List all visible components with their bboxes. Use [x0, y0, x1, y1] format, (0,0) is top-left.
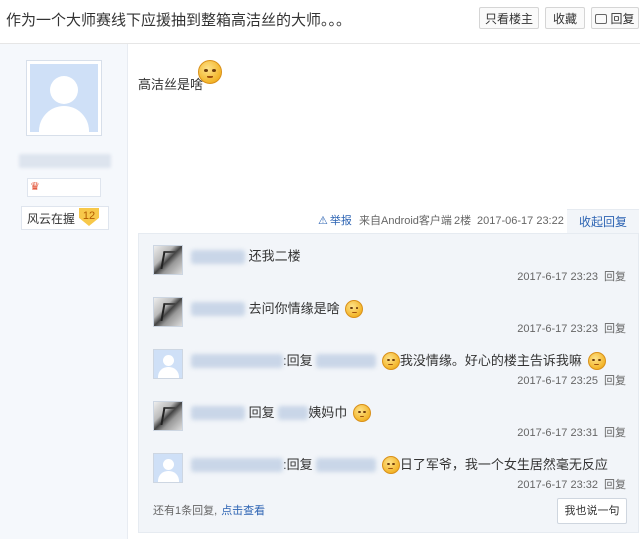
reply-button[interactable]: 回复	[591, 7, 639, 29]
username-blurred[interactable]	[191, 354, 283, 368]
username-blurred[interactable]	[191, 458, 283, 472]
reply-prefix: 回复	[248, 405, 275, 420]
reply-text: 我没情缘。好心的楼主告诉我嘛	[399, 353, 582, 368]
favorite-button[interactable]: 收藏	[545, 7, 585, 29]
thread-header: 作为一个大师赛线下应援抽到整箱高洁丝的大师。。。 只看楼主 收藏 回复	[0, 0, 640, 44]
reply-time: 2017-6-17 23:32	[517, 479, 598, 491]
smirk-emoji-icon	[352, 404, 371, 422]
client-source: 来自Android客户端	[359, 215, 452, 227]
collapse-replies-button[interactable]: 收起回复	[567, 209, 639, 234]
user-avatar[interactable]	[153, 401, 183, 431]
reply-to-button[interactable]: 回复	[604, 427, 626, 439]
reply-target-blurred[interactable]	[278, 406, 309, 420]
author-avatar[interactable]	[26, 60, 102, 136]
reply-text: 去问你情缘是啥	[248, 301, 340, 316]
level-name: 风云在握	[27, 212, 76, 226]
reply-time: 2017-6-17 23:23	[517, 323, 598, 335]
reply-line: 还我二楼	[191, 248, 301, 265]
reply-item: 还我二楼 2017-6-17 23:23 回复	[139, 234, 640, 286]
reply-prefix: :回复	[283, 353, 313, 368]
crying-emoji-icon	[381, 352, 400, 370]
reply-to-button[interactable]: 回复	[604, 375, 626, 387]
username-blurred[interactable]	[191, 406, 245, 420]
reply-to-button[interactable]: 回复	[604, 271, 626, 283]
floor-number: 2楼	[454, 215, 472, 227]
reply-meta: 2017-6-17 23:23 回复	[517, 320, 626, 336]
smiley-emoji-icon	[198, 60, 222, 84]
reply-to-button[interactable]: 回复	[604, 479, 626, 491]
reply-line: 去问你情缘是啥	[191, 300, 364, 318]
reply-item: 回复 姨妈巾 2017-6-17 23:31 回复	[139, 390, 640, 442]
thread-title: 作为一个大师赛线下应援抽到整箱高洁丝的大师。。。	[6, 12, 352, 29]
post-content: 高洁丝是啥	[138, 77, 204, 92]
reply-line: :回复 我没情缘。好心的楼主告诉我嘛	[191, 352, 606, 370]
user-avatar[interactable]	[153, 349, 183, 379]
reply-line: 回复 姨妈巾	[191, 404, 371, 422]
reply-meta: 2017-6-17 23:32 回复	[517, 476, 626, 492]
post-time: 2017-06-17 23:22	[477, 215, 564, 227]
author-name-blurred[interactable]	[19, 154, 111, 168]
username-blurred[interactable]	[191, 302, 245, 316]
report-link[interactable]: ⚠ 举报	[318, 215, 352, 227]
user-avatar[interactable]	[153, 245, 183, 275]
reply-target-blurred[interactable]	[316, 354, 377, 368]
user-avatar[interactable]	[153, 453, 183, 483]
warning-icon: ⚠	[318, 215, 328, 227]
username-blurred[interactable]	[191, 249, 245, 264]
view-more-link[interactable]: 点击查看	[221, 505, 265, 517]
reply-item: :回复 日了军爷，我一个女生居然毫无反应 2017-6-17 23:32 回复	[139, 442, 640, 494]
crown-icon: ♛	[30, 181, 40, 193]
smirk-emoji-icon	[345, 300, 364, 318]
reply-text: 日了军爷，我一个女生居然毫无反应	[399, 457, 608, 472]
level-badge[interactable]: 风云在握 12	[21, 206, 109, 230]
reply-text: 姨妈巾	[308, 405, 348, 420]
crying-emoji-icon	[381, 456, 400, 474]
report-label: 举报	[329, 215, 352, 227]
reply-meta: 2017-6-17 23:25 回复	[517, 372, 626, 388]
level-number: 12	[79, 208, 99, 226]
comment-icon	[595, 14, 608, 24]
user-avatar[interactable]	[153, 297, 183, 327]
grin-emoji-icon	[587, 352, 606, 370]
reply-button-label: 回复	[610, 12, 635, 26]
default-avatar-icon	[30, 64, 98, 132]
reply-to-button[interactable]: 回复	[604, 323, 626, 335]
member-icon-box: ♛	[27, 178, 101, 197]
author-sidebar: ♛ 风云在握 12	[0, 44, 128, 539]
only-author-button[interactable]: 只看楼主	[479, 7, 539, 29]
reply-time: 2017-6-17 23:23	[517, 271, 598, 283]
reply-target-blurred[interactable]	[316, 458, 377, 472]
reply-time: 2017-6-17 23:25	[517, 375, 598, 387]
reply-time: 2017-6-17 23:31	[517, 427, 598, 439]
reply-line: :回复 日了军爷，我一个女生居然毫无反应	[191, 456, 608, 474]
add-comment-button[interactable]: 我也说一句	[557, 498, 627, 524]
more-replies-text: 还有1条回复,	[153, 505, 218, 517]
more-replies: 还有1条回复, 点击查看	[153, 502, 265, 518]
reply-meta: 2017-6-17 23:31 回复	[517, 424, 626, 440]
reply-panel: 还我二楼 2017-6-17 23:23 回复 去问你情缘是啥 2017-6-17…	[138, 233, 639, 533]
reply-text: 还我二楼	[248, 248, 301, 264]
reply-item: 去问你情缘是啥 2017-6-17 23:23 回复	[139, 286, 640, 338]
reply-item: :回复 我没情缘。好心的楼主告诉我嘛 2017-6-17 23:25 回复	[139, 338, 640, 390]
reply-meta: 2017-6-17 23:23 回复	[517, 268, 626, 284]
reply-prefix: :回复	[283, 457, 313, 472]
